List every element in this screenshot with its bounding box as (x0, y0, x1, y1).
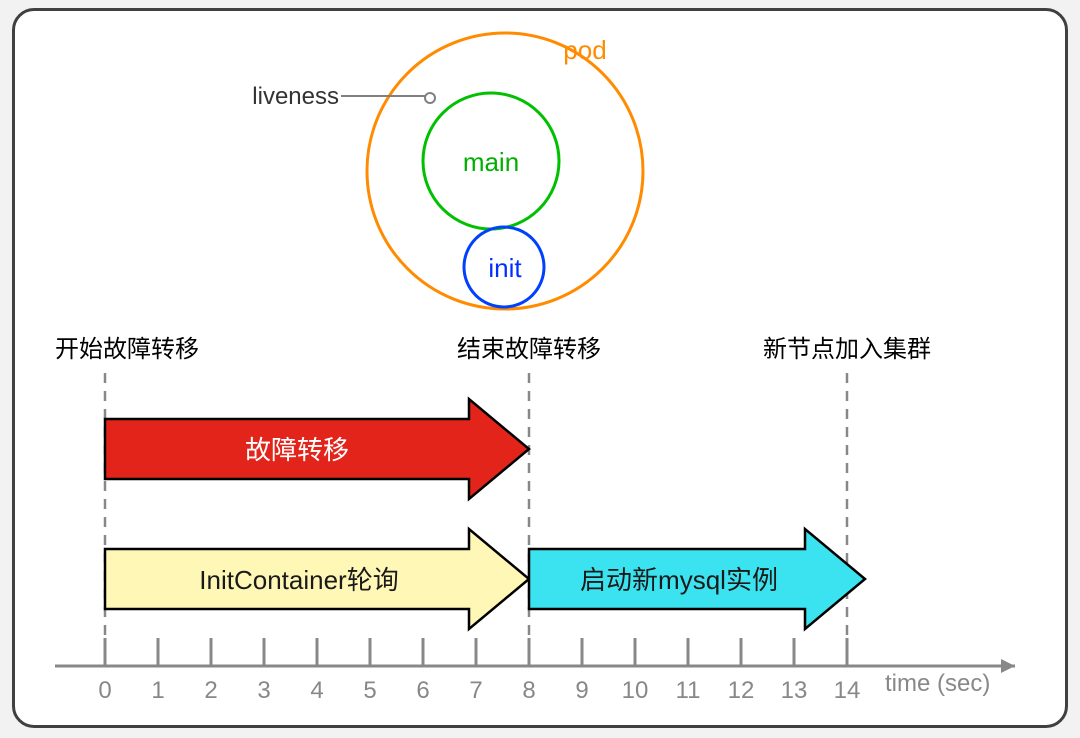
axis-tick-label: 12 (728, 677, 755, 704)
axis-tick-label: 14 (834, 677, 861, 704)
axis-tick-label: 3 (257, 677, 270, 704)
axis-tick-label: 8 (522, 677, 535, 704)
axis-tick-label: 11 (676, 677, 701, 704)
main-label: main (463, 147, 519, 177)
event-label-end-failover: 结束故障转移 (457, 336, 601, 363)
axis-tick-label: 10 (622, 677, 649, 704)
pod-label: pod (563, 35, 606, 65)
axis-tick-label: 0 (98, 677, 111, 704)
liveness-dot (425, 93, 435, 103)
arrow-mysql: 启动新mysql实例 (529, 529, 865, 629)
arrow-failover: 故障转移 (105, 399, 529, 499)
liveness-label: liveness (252, 83, 339, 110)
axis-label: time (sec) (885, 670, 990, 697)
axis-tick-label: 1 (151, 677, 164, 704)
init-label: init (488, 253, 522, 283)
event-label-start-failover: 开始故障转移 (55, 336, 199, 363)
time-axis: time (sec) 01234567891011121314 (55, 638, 1015, 704)
arrow-initcontainer-label: InitContainer轮询 (199, 565, 398, 595)
arrow-failover-label: 故障转移 (245, 435, 349, 465)
axis-tick-label: 13 (781, 677, 808, 704)
diagram-frame: pod main init liveness 开始故障转移 结束故障转移 新节点… (12, 8, 1068, 728)
axis-tick-label: 2 (204, 677, 217, 704)
pod-group: pod main init liveness (252, 33, 643, 309)
axis-tick-label: 7 (469, 677, 482, 704)
axis-tick-label: 9 (575, 677, 588, 704)
event-label-new-node: 新节点加入集群 (763, 336, 931, 363)
axis-tick-label: 6 (416, 677, 429, 704)
arrow-initcontainer: InitContainer轮询 (105, 529, 529, 629)
axis-tick-label: 5 (363, 677, 376, 704)
arrow-mysql-label: 启动新mysql实例 (580, 565, 778, 595)
axis-tick-label: 4 (310, 677, 323, 704)
axis-arrowhead (1001, 659, 1015, 673)
